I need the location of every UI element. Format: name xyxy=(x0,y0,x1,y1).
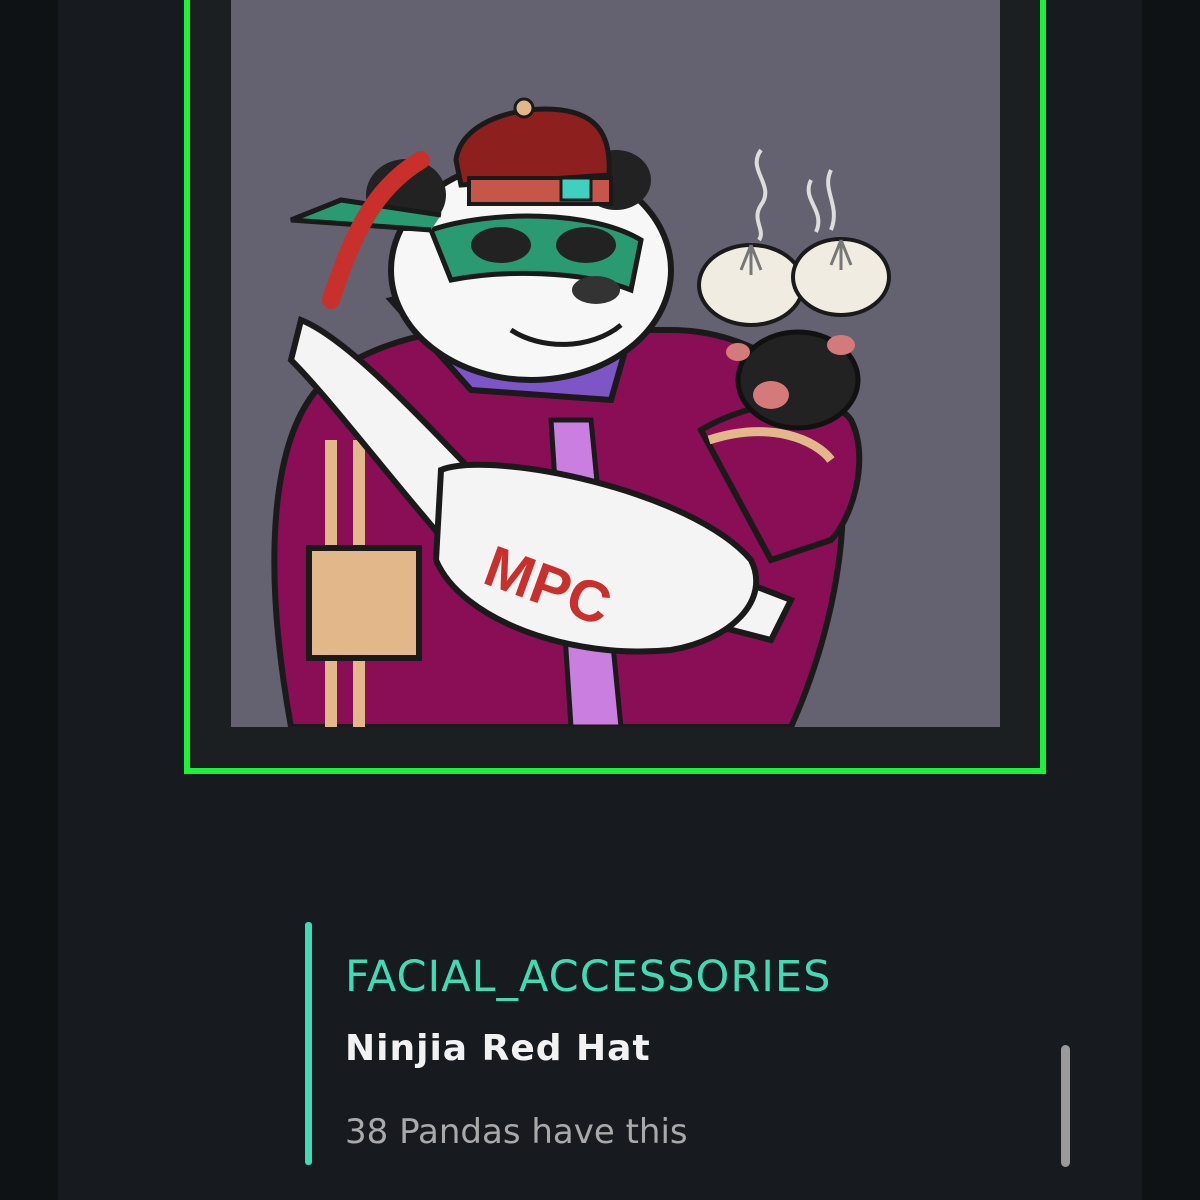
hat-button xyxy=(513,97,535,119)
panda-nose xyxy=(572,276,620,304)
red-hat xyxy=(453,106,612,188)
paw-pad xyxy=(753,381,789,409)
steam xyxy=(754,148,768,242)
scrollbar-thumb[interactable] xyxy=(1061,1045,1070,1167)
panda-illustration: MPC xyxy=(271,97,891,727)
trait-value: Ninjia Red Hat xyxy=(345,1028,651,1069)
trait-type-label: FACIAL_ACCESSORIES xyxy=(345,952,832,1002)
trait-rarity-count: 38 Pandas have this xyxy=(345,1112,688,1152)
paw-pad xyxy=(726,343,750,361)
eye-patch xyxy=(556,227,616,263)
trait-card: FACIAL_ACCESSORIES Ninjia Red Hat 38 Pan… xyxy=(305,922,1005,1165)
eye-patch xyxy=(471,227,531,263)
steam xyxy=(806,179,821,233)
trait-accent-bar xyxy=(305,922,312,1165)
hat-gem xyxy=(559,176,593,202)
paw-pad xyxy=(827,335,855,355)
robe-pocket xyxy=(306,545,422,661)
right-gutter xyxy=(1142,0,1200,1200)
steam xyxy=(826,169,836,231)
nft-image[interactable]: MPC xyxy=(231,0,1000,727)
left-gutter xyxy=(0,0,58,1200)
